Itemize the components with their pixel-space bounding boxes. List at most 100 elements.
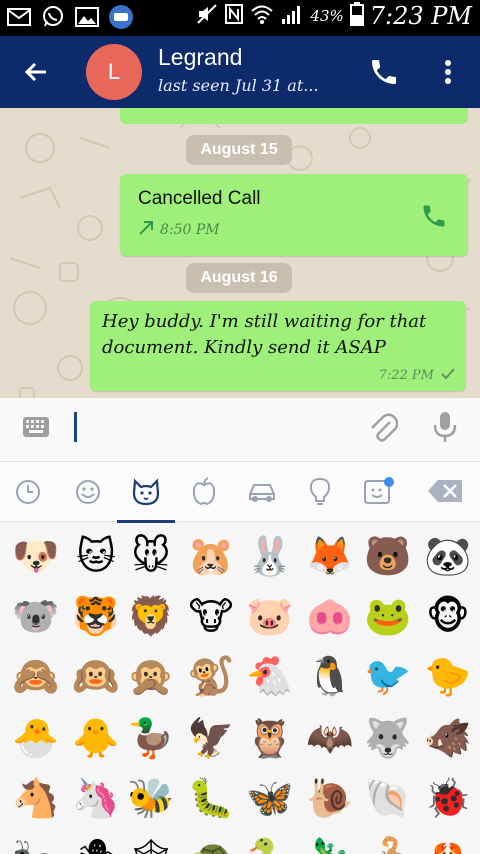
emoji-key[interactable]: 🙈 xyxy=(6,646,66,706)
emoji-key[interactable]: 🐸 xyxy=(358,586,418,646)
system-status: 43% 7:23 PM xyxy=(196,2,472,30)
emoji-key[interactable]: 🦀 xyxy=(418,828,478,854)
emoji-key[interactable]: 🦂 xyxy=(358,828,418,854)
emoji-key[interactable]: 🐝 xyxy=(121,768,181,828)
emoji-category-tabs xyxy=(0,462,480,523)
emoji-key[interactable]: 🐼 xyxy=(418,526,478,586)
messenger-icon xyxy=(108,4,134,30)
signal-icon xyxy=(280,3,304,29)
attachment-icon[interactable] xyxy=(368,412,399,444)
food-icon[interactable] xyxy=(184,474,224,510)
message-meta: 7:22 PM xyxy=(379,366,456,385)
avatar[interactable]: L xyxy=(86,44,142,100)
message-text: Hey buddy. I'm still waiting for that do… xyxy=(102,311,427,358)
notification-icons xyxy=(6,4,134,30)
status-bar: 43% 7:23 PM xyxy=(0,0,480,36)
lightbulb-icon[interactable] xyxy=(300,474,340,510)
date-separator: August 15 xyxy=(186,135,292,165)
call-back-icon[interactable] xyxy=(420,202,448,230)
smiley-icon[interactable] xyxy=(68,474,108,510)
car-icon[interactable] xyxy=(242,474,282,510)
emoji-key[interactable]: 🐷 xyxy=(240,586,300,646)
emoji-key[interactable]: 🐹 xyxy=(181,526,241,586)
nfc-icon xyxy=(224,3,244,29)
sent-check-icon xyxy=(440,366,456,385)
keyboard-icon[interactable] xyxy=(22,416,50,438)
clock: 7:23 PM xyxy=(369,2,472,30)
wifi-icon xyxy=(250,3,274,29)
more-options-icon[interactable] xyxy=(436,56,460,88)
message-input[interactable] xyxy=(64,408,354,452)
emoji-key[interactable]: 🐨 xyxy=(6,586,66,646)
cancelled-call-bubble[interactable]: Cancelled Call 8:50 PM xyxy=(120,174,468,256)
emoji-key[interactable]: 🐣 xyxy=(6,708,66,768)
sticker-icon[interactable] xyxy=(358,474,398,510)
emoji-key[interactable]: 🐥 xyxy=(66,708,126,768)
emoji-key[interactable]: 🦊 xyxy=(300,526,360,586)
emoji-key[interactable]: 🐧 xyxy=(300,646,360,706)
whatsapp-icon xyxy=(40,4,66,30)
text-cursor xyxy=(74,412,77,442)
emoji-key[interactable]: 🐱 xyxy=(66,526,126,586)
emoji-keyboard: 🐶 🐱 🐭 🐹 🐰 🦊 🐻 🐼 🐨 🐯 🦁 🐮 🐷 🐽 🐸 🐵 🙈 🙉 🙊 🐒 🐔 🐧 🐦 🐤 🐣 🐥 🦆 🦅 🦉 🦇 🐺 🐗 🐴 🦄 🐝 🐛 🦋 🐌 🐚 🐞… xyxy=(0,462,480,854)
last-seen-status[interactable]: last seen Jul 31 at... xyxy=(158,76,319,95)
emoji-key[interactable]: 🐰 xyxy=(240,526,300,586)
emoji-key[interactable]: 🐶 xyxy=(6,526,66,586)
emoji-key[interactable]: 🦆 xyxy=(121,708,181,768)
emoji-key[interactable]: 🐒 xyxy=(181,646,241,706)
message-time: 7:22 PM xyxy=(378,368,434,383)
emoji-key[interactable]: 🐌 xyxy=(300,768,360,828)
image-icon xyxy=(74,4,100,30)
contact-name[interactable]: Legrand xyxy=(158,44,242,71)
emoji-key[interactable]: 🐮 xyxy=(181,586,241,646)
emoji-key[interactable]: 🙊 xyxy=(121,646,181,706)
emoji-key[interactable]: 🦎 xyxy=(300,828,360,854)
outgoing-call-arrow-icon xyxy=(138,220,154,240)
emoji-key[interactable]: 🦁 xyxy=(121,586,181,646)
emoji-key[interactable]: 🐵 xyxy=(418,586,478,646)
emoji-key[interactable]: 🐛 xyxy=(181,768,241,828)
emoji-key[interactable]: 🐚 xyxy=(358,768,418,828)
emoji-key[interactable]: 🦇 xyxy=(300,708,360,768)
mail-icon xyxy=(6,4,32,30)
emoji-key[interactable]: 🐞 xyxy=(418,768,478,828)
battery-percent: 43% xyxy=(310,7,344,25)
emoji-key[interactable]: 🐜 xyxy=(6,828,66,854)
emoji-key[interactable]: 🦋 xyxy=(240,768,300,828)
emoji-key[interactable]: 🐦 xyxy=(358,646,418,706)
emoji-key[interactable]: 🕷 xyxy=(66,828,126,854)
emoji-key[interactable]: 🙉 xyxy=(66,646,126,706)
battery-icon xyxy=(349,2,364,30)
message-bubble[interactable]: Hey buddy. I'm still waiting for that do… xyxy=(90,301,466,391)
emoji-grid: 🐶 🐱 🐭 🐹 🐰 🦊 🐻 🐼 🐨 🐯 🦁 🐮 🐷 🐽 🐸 🐵 🙈 🙉 🙊 🐒 🐔 🐧 🐦 🐤 🐣 🐥 🦆 🦅 🦉 🦇 🐺 🐗 🐴 🦄 🐝 🐛 🦋 🐌 🐚 🐞… xyxy=(0,522,480,854)
emoji-key[interactable]: 🦄 xyxy=(66,768,126,828)
back-arrow-icon[interactable] xyxy=(20,56,52,88)
emoji-key[interactable]: 🐯 xyxy=(66,586,126,646)
emoji-key[interactable]: 🐔 xyxy=(240,646,300,706)
emoji-key[interactable]: 🐍 xyxy=(240,828,300,854)
previous-message-bubble xyxy=(120,108,468,124)
emoji-key[interactable]: 🐴 xyxy=(6,768,66,828)
mute-icon xyxy=(196,3,218,29)
call-time: 8:50 PM xyxy=(160,222,220,238)
emoji-key[interactable]: 🐭 xyxy=(121,526,181,586)
date-separator: August 16 xyxy=(186,263,292,293)
backspace-icon[interactable] xyxy=(426,476,466,506)
emoji-key[interactable]: 🐽 xyxy=(300,586,360,646)
emoji-key[interactable]: 🦅 xyxy=(181,708,241,768)
emoji-key[interactable]: 🕸 xyxy=(121,828,181,854)
chat-header: L Legrand last seen Jul 31 at... xyxy=(0,36,480,108)
emoji-key[interactable]: 🐻 xyxy=(358,526,418,586)
emoji-key[interactable]: 🐢 xyxy=(181,828,241,854)
recent-icon[interactable] xyxy=(8,474,48,510)
emoji-key[interactable]: 🦉 xyxy=(240,708,300,768)
call-status-label: Cancelled Call xyxy=(138,188,261,209)
call-meta: 8:50 PM xyxy=(138,220,220,240)
animal-icon[interactable] xyxy=(126,474,166,510)
microphone-icon[interactable] xyxy=(430,410,460,444)
emoji-key[interactable]: 🐗 xyxy=(418,708,478,768)
conversation[interactable]: August 15 Cancelled Call 8:50 PM August … xyxy=(0,108,480,398)
voice-call-button[interactable] xyxy=(368,56,400,88)
emoji-key[interactable]: 🐤 xyxy=(418,646,478,706)
emoji-key[interactable]: 🐺 xyxy=(358,708,418,768)
